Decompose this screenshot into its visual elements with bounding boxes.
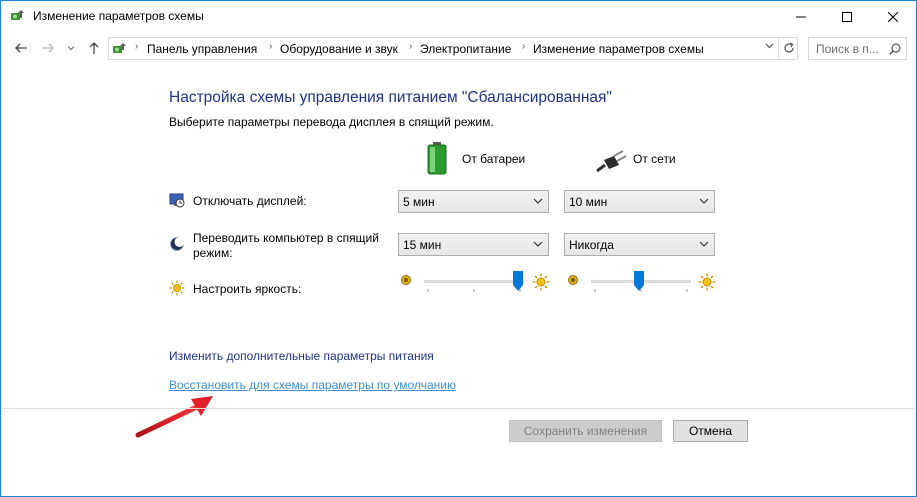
breadcrumb-separator-icon: › (409, 41, 413, 52)
window-title: Изменение параметров схемы (33, 9, 204, 23)
footer-divider (2, 408, 915, 409)
window: Изменение параметров схемы › Панель упра… (0, 0, 917, 497)
sleep-label-line2: режим: (193, 246, 233, 260)
breadcrumb-control-panel[interactable]: Панель управления (147, 42, 257, 56)
address-history-button[interactable] (760, 41, 778, 57)
navigation-bar: › Панель управления › Оборудование и зву… (1, 32, 916, 64)
slider-thumb[interactable] (634, 271, 644, 291)
display-off-label: Отключать дисплей: (193, 194, 307, 208)
forward-button[interactable] (39, 39, 57, 57)
sleep-moon-icon (170, 237, 185, 251)
chevron-down-icon (533, 198, 543, 204)
arrow-right-icon (42, 43, 54, 53)
sleep-label-line1: Переводить компьютер в спящий (193, 231, 379, 245)
search-icon (889, 43, 901, 55)
cancel-button[interactable]: Отмена (673, 420, 748, 442)
minimize-button[interactable] (778, 1, 824, 32)
maximize-icon (842, 11, 852, 22)
chevron-down-icon (533, 241, 543, 247)
arrow-left-icon (15, 43, 27, 53)
sleep-ac-value: Никогда (569, 238, 614, 252)
display-off-battery-select[interactable]: 5 мин (398, 190, 549, 213)
brightness-high-icon (532, 273, 550, 291)
breadcrumb-edit-plan[interactable]: Изменение параметров схемы (533, 42, 704, 56)
save-changes-button[interactable]: Сохранить изменения (509, 420, 662, 442)
advanced-settings-link[interactable]: Изменить дополнительные параметры питани… (169, 349, 434, 363)
breadcrumb-separator-icon: › (269, 41, 273, 52)
breadcrumb-power-options[interactable]: Электропитание (420, 42, 511, 56)
chevron-down-icon (699, 241, 709, 247)
address-bar[interactable]: › Панель управления › Оборудование и зву… (108, 37, 798, 60)
title-bar: Изменение параметров схемы (1, 1, 916, 32)
battery-column-label: От батареи (462, 152, 526, 166)
annotation-arrow-icon (135, 396, 213, 438)
power-plug-icon (596, 150, 627, 173)
minimize-icon (796, 16, 806, 17)
page-subtitle: Выберите параметры перевода дисплея в сп… (169, 115, 494, 129)
display-off-ac-select[interactable]: 10 мин (564, 190, 715, 213)
battery-icon (427, 142, 447, 175)
sleep-battery-select[interactable]: 15 мин (398, 233, 549, 256)
refresh-button[interactable] (778, 38, 798, 59)
ac-column-label: От сети (633, 152, 676, 166)
control-panel-icon (113, 43, 126, 53)
back-button[interactable] (12, 39, 30, 57)
breadcrumb-hardware-sound[interactable]: Оборудование и звук (280, 42, 398, 56)
brightness-sun-icon (169, 280, 185, 296)
brightness-high-icon (698, 273, 716, 291)
recent-locations-button[interactable] (62, 39, 80, 57)
page-heading: Настройка схемы управления питанием "Сба… (169, 89, 612, 106)
sleep-battery-value: 15 мин (403, 238, 442, 252)
battery-brightness-slider[interactable] (424, 271, 524, 295)
close-icon (888, 11, 898, 22)
display-off-battery-value: 5 мин (403, 195, 435, 209)
breadcrumb-separator-icon: › (135, 41, 139, 52)
chevron-down-icon (699, 198, 709, 204)
up-button[interactable] (85, 39, 103, 57)
display-off-ac-value: 10 мин (569, 195, 608, 209)
chevron-down-icon (67, 46, 75, 51)
display-off-icon (169, 193, 185, 208)
maximize-button[interactable] (824, 1, 870, 32)
search-input[interactable]: Поиск в п... (808, 37, 907, 60)
refresh-icon (783, 42, 794, 53)
ac-brightness-slider[interactable] (591, 271, 691, 295)
search-placeholder: Поиск в п... (816, 42, 879, 56)
close-button[interactable] (870, 1, 916, 32)
power-options-icon (11, 10, 24, 20)
slider-track (424, 280, 524, 283)
slider-thumb[interactable] (513, 271, 523, 291)
chevron-down-icon (765, 43, 773, 49)
brightness-label: Настроить яркость: (193, 282, 302, 296)
brightness-low-icon (568, 275, 578, 285)
arrow-up-icon (89, 42, 99, 54)
breadcrumb-separator-icon: › (522, 41, 526, 52)
sleep-ac-select[interactable]: Никогда (564, 233, 715, 256)
brightness-low-icon (401, 275, 411, 285)
slider-ticks (427, 289, 521, 292)
